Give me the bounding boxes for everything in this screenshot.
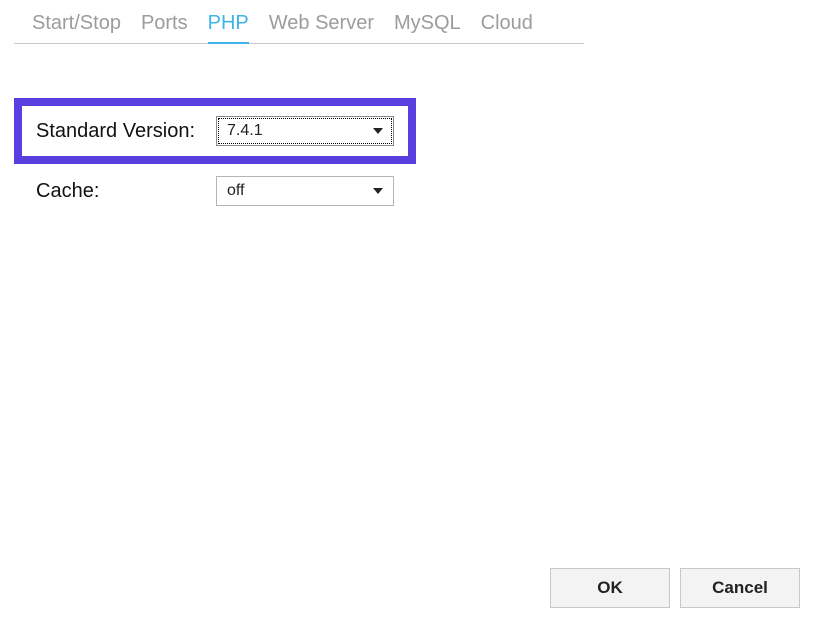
dialog-footer: OK Cancel (550, 568, 800, 608)
cancel-button[interactable]: Cancel (680, 568, 800, 608)
cache-select[interactable]: off (216, 176, 394, 206)
chevron-down-icon (373, 188, 383, 194)
tab-start-stop[interactable]: Start/Stop (32, 12, 121, 43)
cache-row: Cache: off (14, 164, 800, 206)
tab-web-server[interactable]: Web Server (269, 12, 374, 43)
tab-mysql[interactable]: MySQL (394, 12, 461, 43)
cache-value: off (227, 182, 245, 200)
chevron-down-icon (373, 128, 383, 134)
tab-bar: Start/Stop Ports PHP Web Server MySQL Cl… (14, 0, 584, 44)
standard-version-highlight: Standard Version: 7.4.1 (14, 98, 416, 164)
tab-cloud[interactable]: Cloud (481, 12, 533, 43)
cache-label: Cache: (36, 180, 216, 203)
tab-ports[interactable]: Ports (141, 12, 188, 43)
tab-php[interactable]: PHP (208, 12, 249, 43)
standard-version-row: Standard Version: 7.4.1 (36, 116, 394, 146)
standard-version-select[interactable]: 7.4.1 (216, 116, 394, 146)
tab-content: Standard Version: 7.4.1 Cache: off (0, 44, 814, 206)
standard-version-label: Standard Version: (36, 120, 216, 143)
standard-version-value: 7.4.1 (227, 122, 263, 140)
ok-button[interactable]: OK (550, 568, 670, 608)
